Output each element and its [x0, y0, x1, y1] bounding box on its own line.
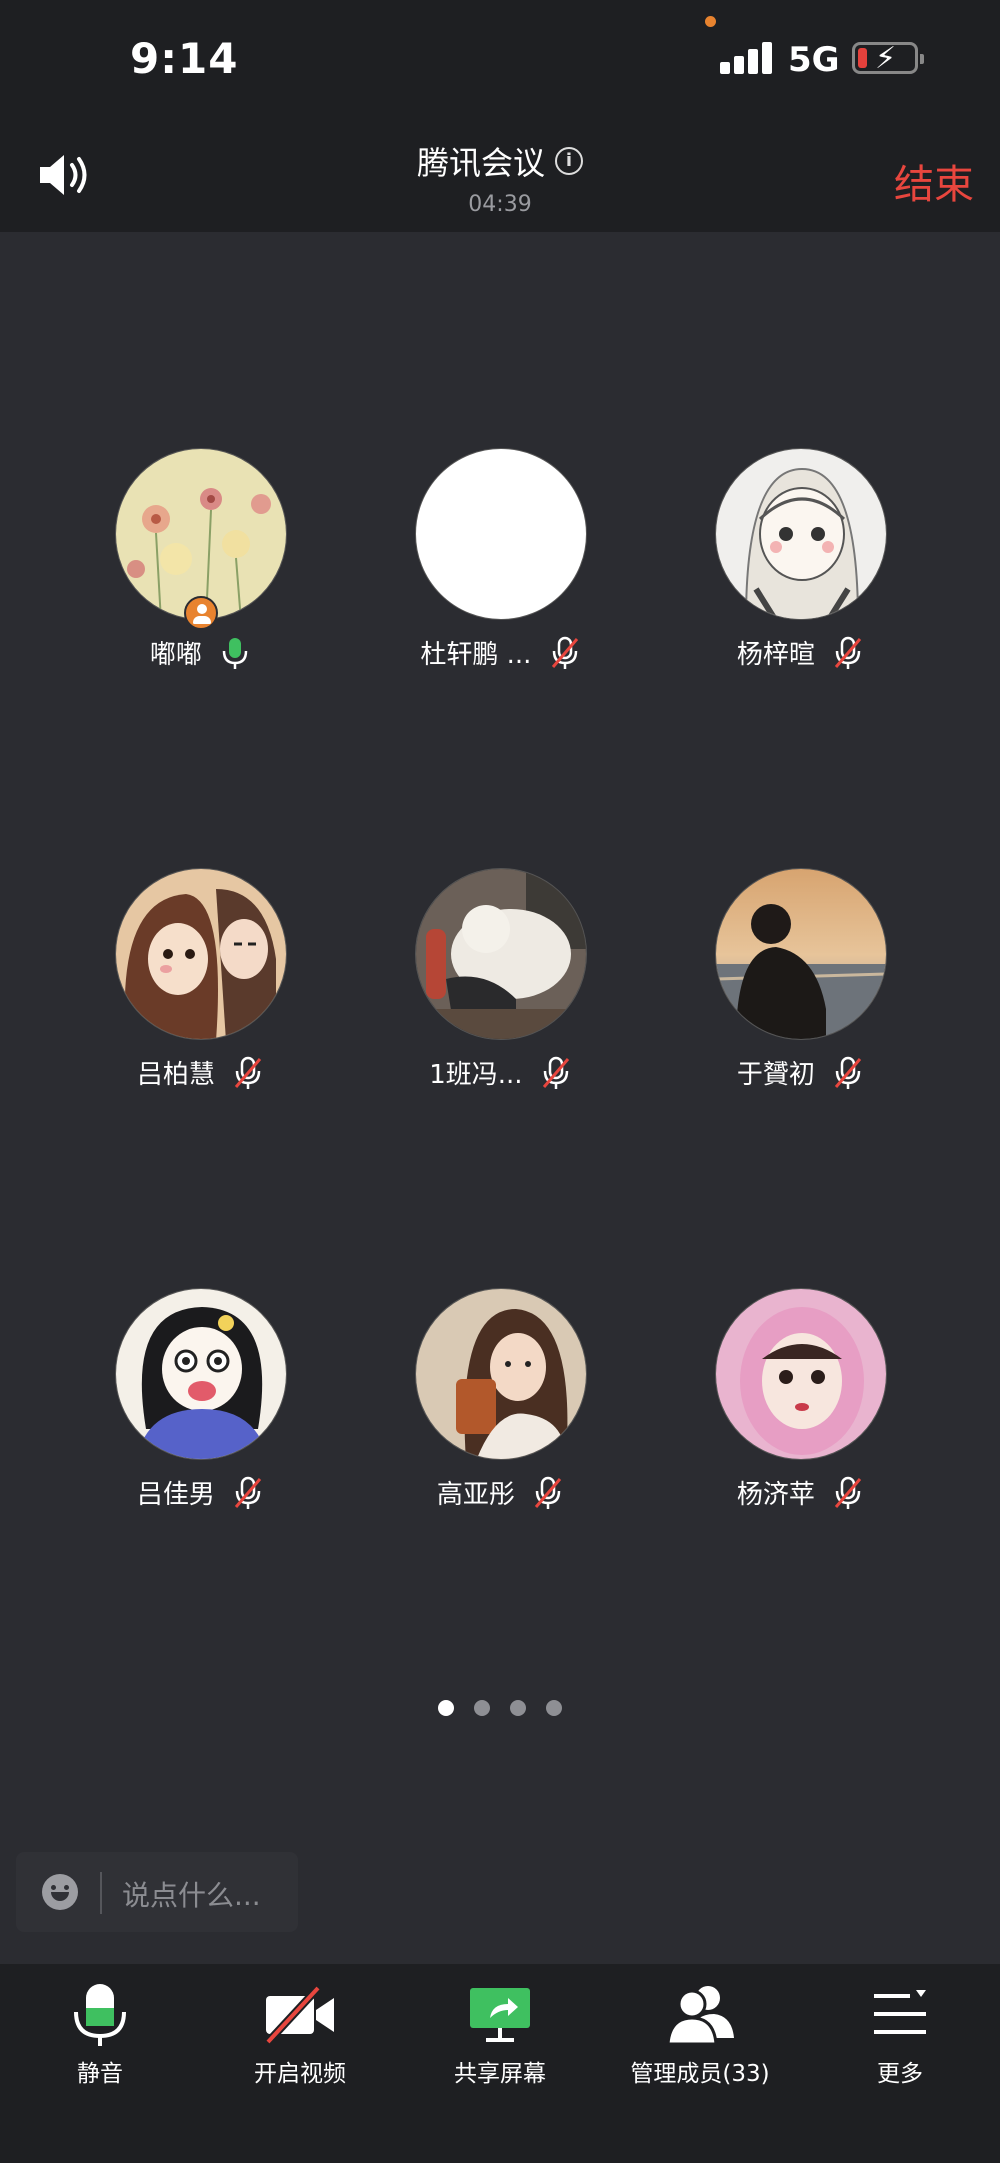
mic-muted-icon — [235, 1476, 262, 1509]
participant-name: 杨济苹 — [736, 1480, 815, 1510]
signal-icon — [720, 42, 774, 74]
participant-name: 高亚彤 — [436, 1480, 515, 1510]
privacy-indicator-dot — [705, 16, 716, 27]
mic-muted-icon — [835, 1056, 862, 1089]
participant-tile[interactable]: 嘟嘟 — [50, 448, 350, 688]
participant-avatar — [715, 1288, 887, 1460]
mic-muted-icon — [835, 636, 862, 669]
more-button[interactable]: 更多 — [800, 1982, 1000, 2088]
participant-tile[interactable]: 杨梓暄 — [650, 448, 950, 688]
host-badge-icon — [184, 596, 218, 630]
status-time: 9:14 — [130, 34, 239, 83]
participant-avatar — [715, 868, 887, 1040]
chat-input-placeholder[interactable]: 说点什么... — [122, 1874, 261, 1914]
page-dot[interactable] — [510, 1700, 526, 1716]
mute-button[interactable]: 静音 — [0, 1982, 200, 2088]
meeting-title-row[interactable]: 腾讯会议 i — [0, 138, 1000, 184]
divider — [100, 1872, 102, 1914]
participant-grid: 嘟嘟 杜轩鹏 ... 杨梓暄 吕柏慧 1班冯... 于贇初 吕佳男 高亚彤 杨济… — [0, 232, 1000, 1512]
start-video-label: 开启视频 — [254, 2061, 346, 2087]
participant-avatar — [415, 448, 587, 620]
participant-avatar — [415, 1288, 587, 1460]
share-screen-button[interactable]: 共享屏幕 — [400, 1982, 600, 2088]
more-label: 更多 — [877, 2061, 923, 2087]
meeting-toolbar: 静音 开启视频 共享屏幕 管理成员(33) 更多 — [0, 1964, 1000, 2163]
chat-input-bar[interactable]: 说点什么... — [16, 1852, 298, 1932]
mic-muted-icon — [835, 1476, 862, 1509]
participant-name: 吕柏慧 — [136, 1060, 215, 1090]
page-dot[interactable] — [546, 1700, 562, 1716]
page-dot-active[interactable] — [438, 1700, 454, 1716]
page-indicator[interactable] — [0, 1700, 1000, 1720]
mic-muted-icon — [542, 1056, 569, 1089]
share-screen-label: 共享屏幕 — [454, 2061, 546, 2087]
video-off-icon — [265, 1985, 334, 2045]
participant-name: 吕佳男 — [136, 1480, 215, 1510]
mic-muted-icon — [535, 1476, 562, 1509]
participant-avatar — [715, 448, 887, 620]
more-menu-icon — [874, 1990, 926, 2034]
manage-members-label: 管理成员(33) — [630, 2061, 770, 2087]
participant-tile[interactable]: 吕柏慧 — [50, 868, 350, 1108]
page-dot[interactable] — [474, 1700, 490, 1716]
participant-tile[interactable]: 杜轩鹏 ... — [350, 448, 650, 688]
participant-tile[interactable]: 高亚彤 — [350, 1288, 650, 1528]
participant-name: 杜轩鹏 ... — [420, 640, 532, 670]
participant-tile[interactable]: 于贇初 — [650, 868, 950, 1108]
participant-name: 于贇初 — [736, 1060, 815, 1090]
mic-muted-icon — [235, 1056, 262, 1089]
participant-tile[interactable]: 杨济苹 — [650, 1288, 950, 1528]
meeting-title: 腾讯会议 — [416, 144, 545, 182]
microphone-icon — [74, 1984, 126, 2046]
battery-icon: ⚡ — [852, 41, 924, 76]
emoji-icon[interactable] — [42, 1874, 78, 1910]
participant-tile[interactable]: 1班冯... — [350, 868, 650, 1108]
manage-members-button[interactable]: 管理成员(33) — [600, 1982, 800, 2088]
members-icon — [666, 1986, 734, 2046]
participant-tile[interactable]: 吕佳男 — [50, 1288, 350, 1528]
mic-on-icon — [222, 637, 248, 669]
mic-muted-icon — [551, 636, 578, 669]
participant-name: 杨梓暄 — [736, 640, 815, 670]
share-screen-icon — [470, 1988, 530, 2042]
participant-name: 1班冯... — [429, 1060, 523, 1090]
info-icon[interactable]: i — [555, 147, 583, 175]
meeting-header: 腾讯会议 i 04:39 结束 — [0, 120, 1000, 232]
participant-avatar — [115, 1288, 287, 1460]
participant-avatar — [115, 448, 287, 620]
participant-avatar — [415, 868, 587, 1040]
meeting-timer: 04:39 — [468, 192, 532, 217]
network-type: 5G — [788, 40, 840, 80]
start-video-button[interactable]: 开启视频 — [200, 1982, 400, 2088]
participant-avatar — [115, 868, 287, 1040]
mute-label: 静音 — [77, 2061, 123, 2087]
participant-name: 嘟嘟 — [149, 640, 202, 670]
status-bar: 9:14 5G ⚡ — [0, 0, 1000, 120]
end-meeting-button[interactable]: 结束 — [894, 152, 974, 210]
